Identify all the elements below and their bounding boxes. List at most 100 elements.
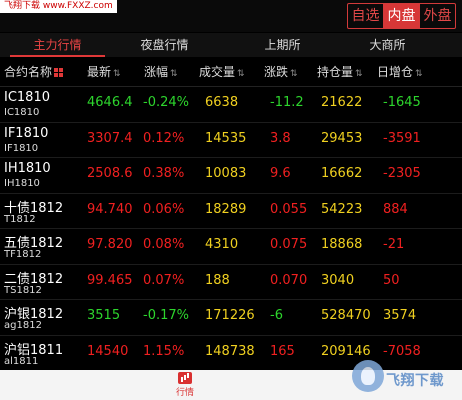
change: -6 [270,308,283,323]
contract-code: TS1812 [4,284,42,296]
last-price: 3307.4 [87,130,133,146]
change: 3.8 [270,130,291,146]
table-row[interactable]: IC1810 IC1810 4646.4 -0.24% 6638 -11.2 2… [0,87,462,123]
sort-icon: ⇅ [113,69,121,79]
change: 0.055 [270,201,308,217]
open-interest: 21622 [321,95,363,110]
sort-icon: ⇅ [170,69,178,79]
table-row[interactable]: 二债1812 TS1812 99.465 0.07% 188 0.070 304… [0,265,462,300]
change-pct: -0.24% [143,95,189,110]
column-header-change-label: 涨跌 [264,65,289,79]
table-row[interactable]: IF1810 IF1810 3307.4 0.12% 14535 3.8 294… [0,123,462,158]
contract-code: IH1810 [4,178,40,189]
watermark-logo: 飞翔下载 [352,360,456,394]
change-pct: 0.38% [143,166,185,181]
volume: 171226 [205,308,255,323]
change: -11.2 [270,95,304,110]
change: 0.070 [270,272,308,288]
quote-table-body: IC1810 IC1810 4646.4 -0.24% 6638 -11.2 2… [0,87,462,371]
oi-change: -7058 [383,343,421,359]
tab-dce[interactable]: 大商所 [330,33,445,57]
watermark-banner: 飞翔下载 www.FXXZ.com [0,0,117,13]
column-header-oi-change-label: 日增仓 [377,65,414,79]
column-header-open-interest[interactable]: 持仓量 ⇅ [317,58,363,86]
change: 9.6 [270,166,291,181]
table-row[interactable]: 沪银1812 ag1812 3515 -0.17% 171226 -6 5284… [0,300,462,336]
exchange-tabs: 主力行情 夜盘行情 上期所 大商所 [0,33,462,57]
change-pct: 0.12% [143,130,185,146]
tab-shfe[interactable]: 上期所 [225,33,340,57]
bottom-tab-quotes[interactable]: 行情 [170,372,200,398]
column-header-name-label: 合约名称 [4,65,53,79]
last-price: 14540 [87,343,129,359]
sort-icon: ⇅ [415,69,423,79]
tab-main-contracts[interactable]: 主力行情 [0,33,115,57]
last-price: 3515 [87,308,121,323]
change-pct: 0.07% [143,272,185,288]
volume: 6638 [205,95,239,110]
column-header-volume[interactable]: 成交量 ⇅ [199,58,245,86]
open-interest: 528470 [321,308,371,323]
change-pct: -0.17% [143,308,189,323]
last-price: 94.740 [87,201,133,217]
last-price: 97.820 [87,237,133,252]
volume: 10083 [205,166,247,181]
change: 165 [270,343,295,359]
contract-code: IC1810 [4,107,40,118]
change-pct: 0.08% [143,237,185,252]
open-interest: 209146 [321,343,371,359]
sort-icon: ⇅ [290,69,298,79]
contract-code: T1812 [4,213,36,225]
change-pct: 1.15% [143,343,185,359]
bird-logo-icon [352,360,384,392]
bar-chart-icon [178,372,192,384]
table-row[interactable]: 十债1812 T1812 94.740 0.06% 18289 0.055 54… [0,194,462,229]
watermark-logo-text: 飞翔下载 [386,373,444,389]
volume: 4310 [205,237,239,252]
tab-night-session[interactable]: 夜盘行情 [107,33,222,57]
change: 0.075 [270,237,308,252]
column-header-name[interactable]: 合约名称 [4,58,64,86]
top-bar: 飞翔下载 www.FXXZ.com 自选 内盘 外盘 [0,0,462,32]
last-price: 4646.4 [87,95,133,110]
bottom-tab-label: 行情 [175,388,194,398]
last-price: 99.465 [87,272,133,288]
open-interest: 29453 [321,130,363,146]
table-header: 合约名称 最新 ⇅ 涨幅 ⇅ 成交量 ⇅ 涨跌 ⇅ 持仓量 ⇅ 日增仓 ⇅ [0,58,462,87]
contract-name: IF1810 [4,125,49,141]
contract-code: IF1810 [4,142,39,154]
volume: 148738 [205,343,255,359]
sort-icon: ⇅ [355,69,363,79]
oi-change: 884 [383,201,408,217]
volume: 14535 [205,130,247,146]
column-header-oi-change[interactable]: 日增仓 ⇅ [377,58,423,86]
oi-change: -21 [383,237,405,252]
change-pct: 0.06% [143,201,185,217]
column-header-last[interactable]: 最新 ⇅ [87,58,121,86]
open-interest: 3040 [321,272,355,288]
open-interest: 16662 [321,166,363,181]
contract-name: IH1810 [4,161,51,176]
column-header-change-pct-label: 涨幅 [144,65,169,79]
segment-watchlist[interactable]: 自选 [348,4,383,28]
column-header-change-pct[interactable]: 涨幅 ⇅ [144,58,178,86]
column-header-change[interactable]: 涨跌 ⇅ [264,58,298,86]
volume: 18289 [205,201,247,217]
contract-code: al1811 [4,355,39,367]
oi-change: 50 [383,272,400,288]
oi-change: -3591 [383,130,421,146]
grid-icon[interactable] [54,68,64,77]
column-header-last-label: 最新 [87,65,112,79]
oi-change: -2305 [383,166,421,181]
open-interest: 18868 [321,237,363,252]
segment-domestic[interactable]: 内盘 [383,4,419,28]
table-row[interactable]: IH1810 IH1810 2508.6 0.38% 10083 9.6 166… [0,158,462,194]
last-price: 2508.6 [87,166,133,181]
open-interest: 54223 [321,201,363,217]
contract-code: ag1812 [4,320,42,331]
contract-name: IC1810 [4,90,50,105]
table-row[interactable]: 五债1812 TF1812 97.820 0.08% 4310 0.075 18… [0,229,462,265]
segment-foreign[interactable]: 外盘 [419,4,455,28]
column-header-open-interest-label: 持仓量 [317,65,354,79]
sort-icon: ⇅ [237,69,245,79]
